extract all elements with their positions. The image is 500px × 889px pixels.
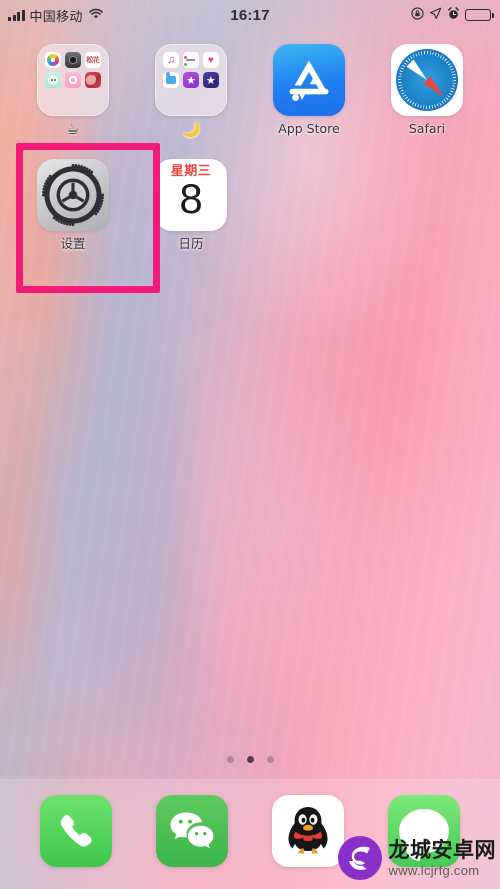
folder-two-icon[interactable]: ♫ ♥ ★ ★ [155,44,227,116]
status-bar: 中国移动 16:17 [0,0,500,30]
status-bar-time: 16:17 [230,6,270,24]
settings-gear-icon[interactable] [37,159,109,231]
mini-icon-dark-star: ★ [202,71,219,89]
mini-icon-files [163,71,180,89]
app-folder-two[interactable]: ♫ ♥ ★ ★ 🌙 [132,44,250,137]
mini-icon-camera [64,52,82,69]
app-folder-one[interactable]: 松花 ☕ [14,44,132,137]
mini-icon-text-editor: 松花 [84,52,101,69]
watermark-text: 龙城安卓网 www.lcjrfg.com [388,837,497,878]
page-dot-1[interactable] [226,756,234,763]
mini-icon-red-art [84,71,101,89]
site-watermark: 龙城安卓网 www.lcjrfg.com [337,835,497,881]
app-settings[interactable]: 设置 [14,159,132,251]
page-indicator-dots[interactable] [0,756,500,763]
app-store-label: App Store [278,121,340,136]
mini-icon-photos [45,52,62,69]
mini-icon-reminders [182,52,200,69]
app-icon-grid: 松花 ☕ ♫ ♥ ★ ★ 🌙 App Store Safari 设置 星期三 8… [0,44,500,251]
page-dot-3[interactable] [266,756,274,763]
calendar-day-number: 8 [179,175,203,222]
mini-icon-pink-camera [64,71,82,89]
app-calendar[interactable]: 星期三 8 日历 [132,159,250,251]
folder-two-label: 🌙 [181,120,201,138]
qq-penguin-icon[interactable] [272,795,344,867]
watermark-url: www.lcjrfg.com [388,862,480,878]
wechat-bubbles-icon[interactable] [156,795,228,867]
calendar-label: 日历 [178,236,204,251]
phone-handset-icon[interactable] [40,795,112,867]
mini-icon-music: ♫ [163,52,180,69]
app-app-store[interactable]: App Store [250,44,368,137]
iphone-home-screen: 中国移动 16:17 松花 ☕ ♫ ♥ ★ ★ 🌙 App Store Safa… [0,0,500,889]
watermark-title: 龙城安卓网 [388,837,496,862]
mini-icon-health: ♥ [202,52,219,69]
settings-label: 设置 [60,236,86,251]
folder-one-label: ☕ [66,120,80,138]
page-dot-2[interactable] [246,756,254,763]
app-safari[interactable]: Safari [368,44,486,137]
mini-icon-purple-star: ★ [182,71,200,89]
battery-icon [465,9,494,21]
app-store-icon[interactable] [273,44,345,116]
watermark-logo-icon [337,836,382,880]
calendar-icon[interactable]: 星期三 8 [155,159,227,231]
safari-label: Safari [408,121,446,136]
mini-icon-mint-face [45,71,62,89]
folder-one-icon[interactable]: 松花 [37,44,109,116]
safari-compass-icon[interactable] [391,44,463,116]
